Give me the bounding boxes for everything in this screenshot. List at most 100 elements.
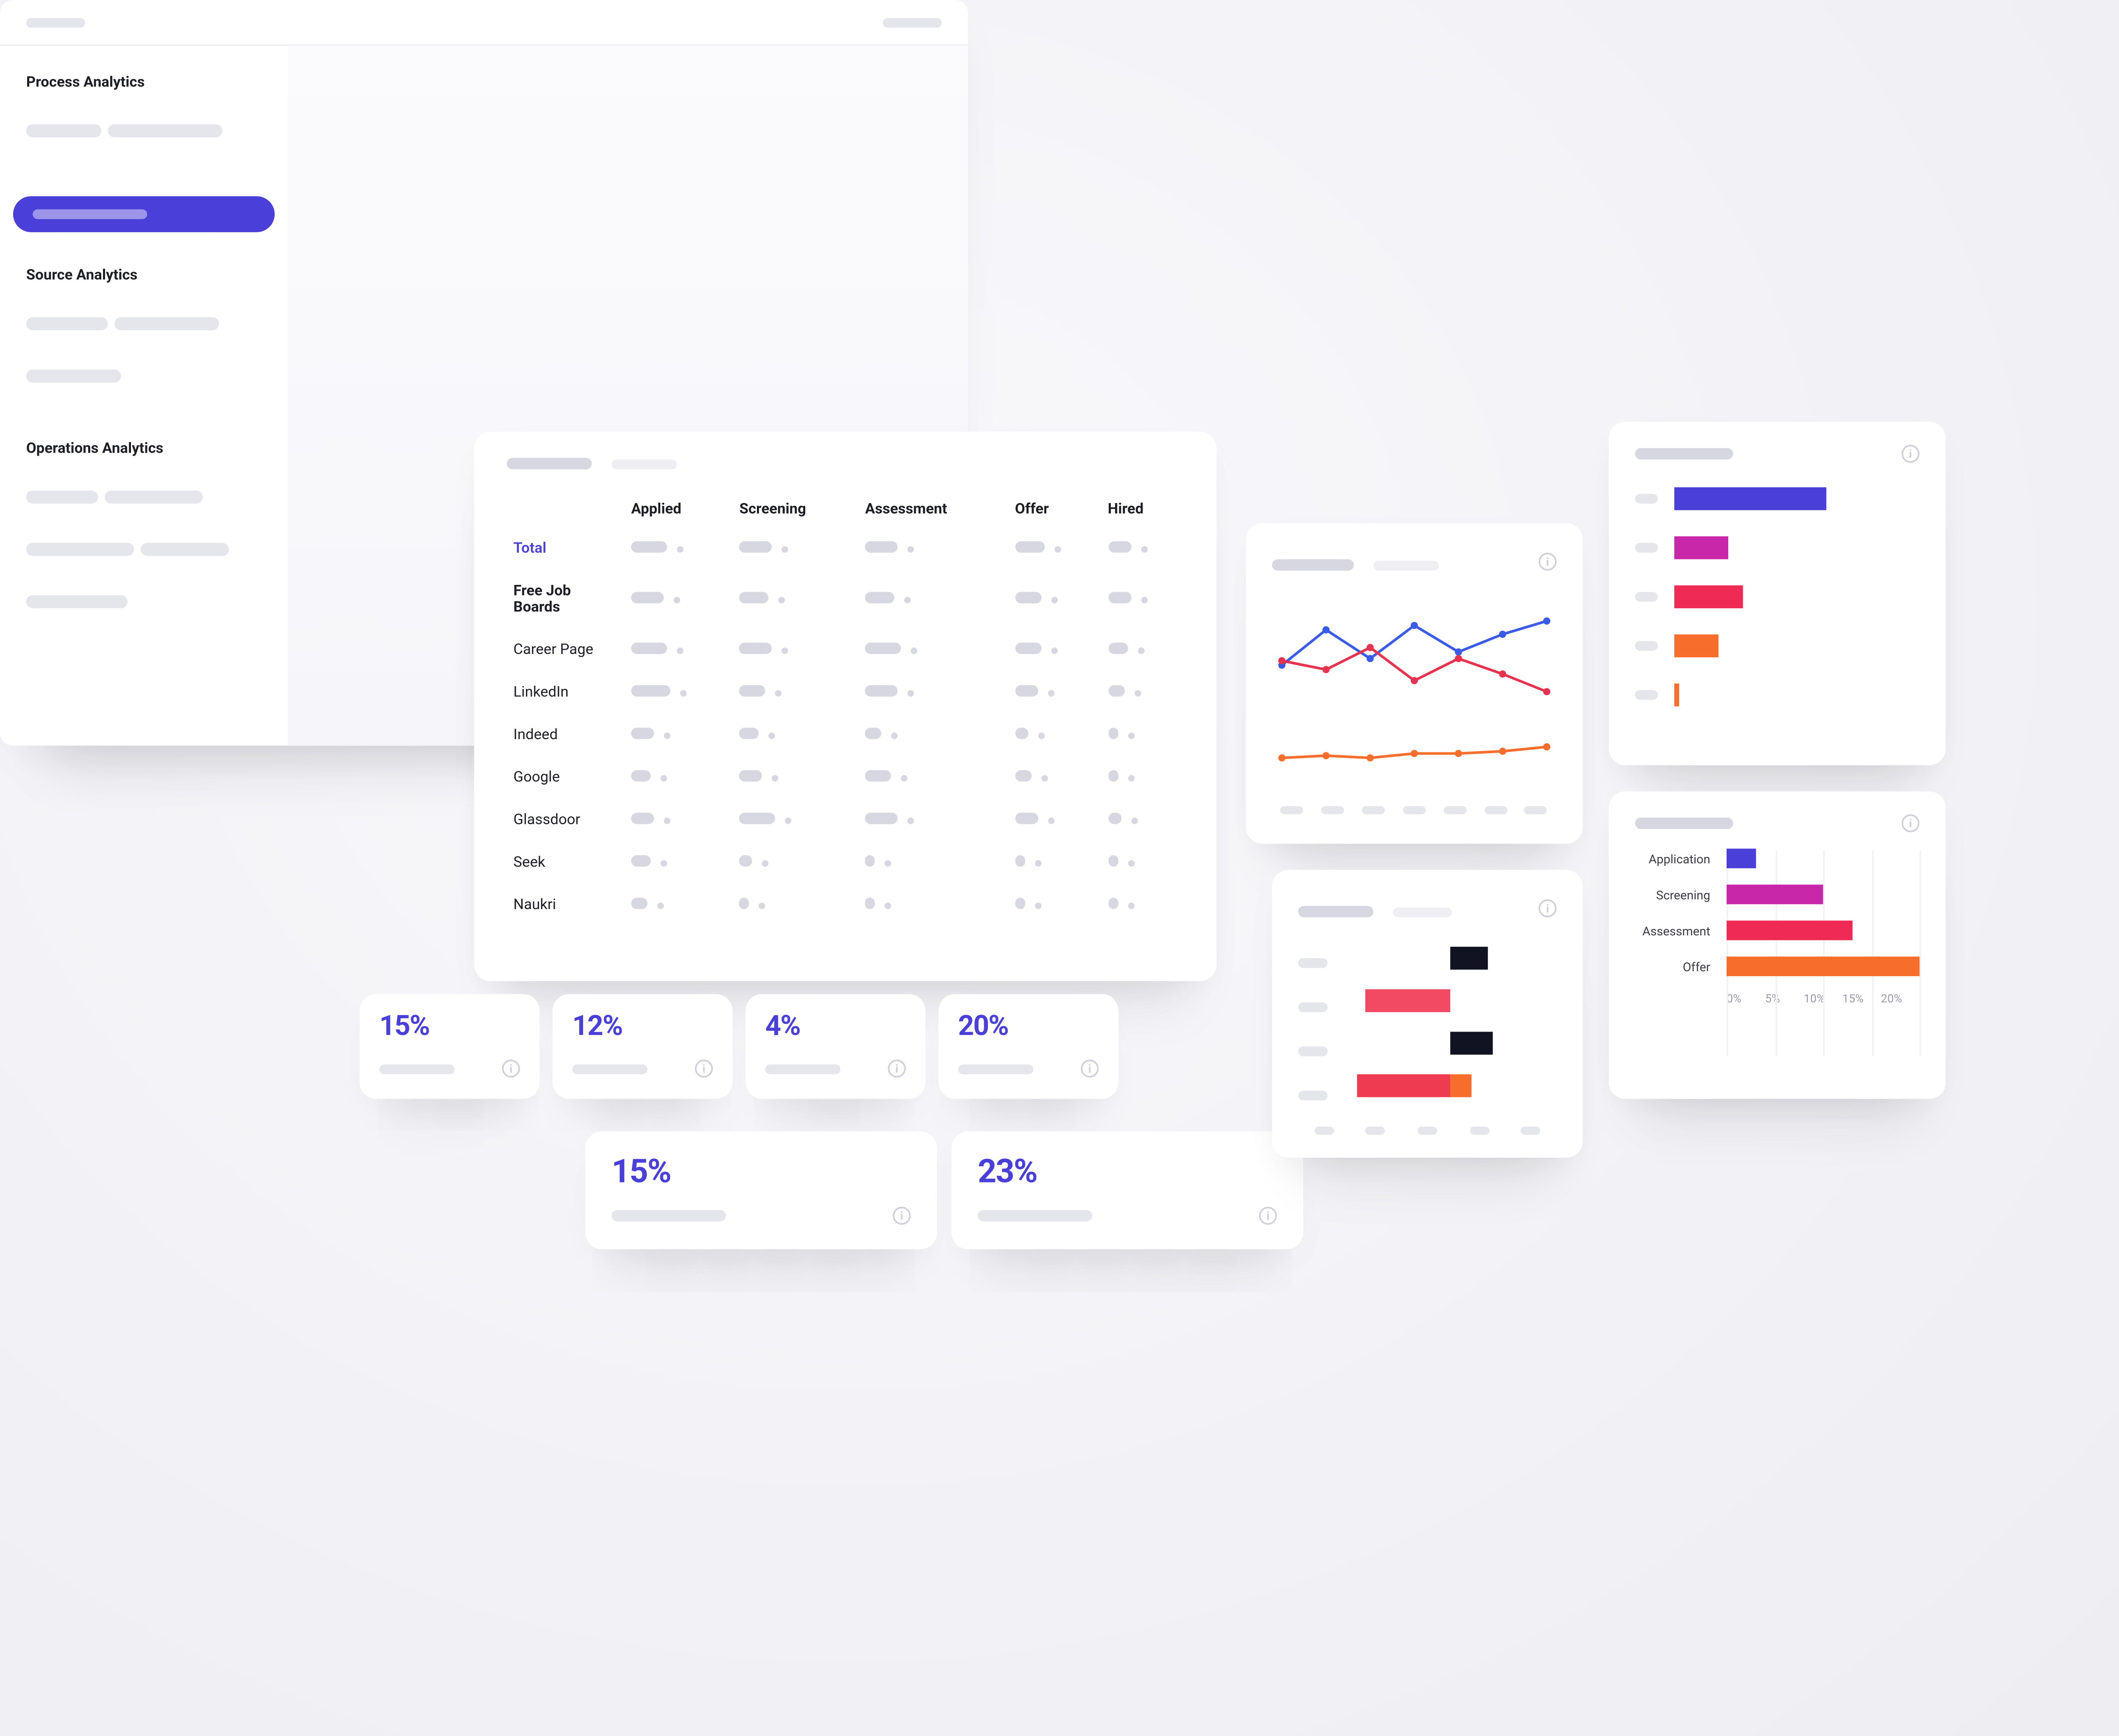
tth-label: Assessment xyxy=(1635,923,1710,938)
table-cell xyxy=(1101,842,1184,885)
info-icon[interactable]: i xyxy=(1538,899,1556,917)
hbar-bar xyxy=(1674,536,1728,559)
funnel-table-card: Applied Screening Assessment Offer Hired… xyxy=(474,432,1217,981)
table-cell xyxy=(733,800,859,842)
info-icon[interactable]: i xyxy=(1081,1060,1098,1077)
info-icon[interactable]: i xyxy=(1538,553,1556,570)
xaxis-tick-skeleton xyxy=(1362,806,1385,814)
info-icon[interactable]: i xyxy=(1902,814,1919,832)
tth-bar xyxy=(1727,849,1755,868)
sidebar-section-source: Source Analytics xyxy=(26,268,262,285)
info-icon[interactable]: i xyxy=(1259,1207,1277,1224)
yaxis-tick-skeleton xyxy=(1298,957,1327,967)
xaxis-tick: 0% xyxy=(1727,993,1765,1006)
sidebar-section-operations: Operations Analytics xyxy=(26,442,262,458)
col-assessment: Assessment xyxy=(859,492,1009,528)
table-row: Career Page xyxy=(507,629,1184,672)
tth-row: Application xyxy=(1635,849,1919,868)
col-offer: Offer xyxy=(1008,492,1101,528)
table-row: Naukri xyxy=(507,885,1184,927)
stat-card: 23% i xyxy=(951,1132,1303,1249)
line-chart-card: i xyxy=(1246,523,1583,844)
stat-card: 20% i xyxy=(939,994,1118,1099)
table-cell xyxy=(733,672,859,715)
xaxis-tick-skeleton xyxy=(1521,1127,1541,1135)
stat-value: 20% xyxy=(958,1010,1099,1043)
sidebar-item[interactable] xyxy=(105,490,203,504)
table-cell xyxy=(625,885,733,927)
table-cell xyxy=(1008,757,1101,799)
table-cell xyxy=(733,842,859,885)
sidebar-item[interactable] xyxy=(141,543,229,556)
window-titlebar xyxy=(0,0,968,46)
sidebar-item[interactable] xyxy=(26,595,128,608)
tth-row: Screening xyxy=(1635,885,1919,904)
hbar-row xyxy=(1635,577,1919,617)
table-cell xyxy=(733,570,859,629)
sidebar-item[interactable] xyxy=(26,543,134,556)
tth-row: Assessment xyxy=(1635,921,1919,940)
hbar-row xyxy=(1635,626,1919,666)
table-cell xyxy=(859,800,1009,842)
stat-value: 4% xyxy=(765,1010,906,1043)
table-cell xyxy=(859,672,1009,715)
table-cell xyxy=(625,757,733,799)
stat-value: 12% xyxy=(572,1010,713,1043)
sidebar-item[interactable] xyxy=(108,124,222,137)
hbar-bar xyxy=(1674,585,1743,608)
row-label: Google xyxy=(507,757,625,799)
titlebar-skeleton-left xyxy=(26,17,85,27)
titlebar-skeleton-right xyxy=(883,17,942,27)
hbar-row xyxy=(1635,528,1919,568)
info-icon[interactable]: i xyxy=(1902,445,1919,462)
row-label: Seek xyxy=(507,842,625,885)
card-title-skeleton xyxy=(1635,818,1733,829)
tth-bar xyxy=(1727,921,1852,940)
table-cell xyxy=(625,672,733,715)
hbar-bar xyxy=(1674,684,1680,707)
hbar-label-skeleton xyxy=(1635,641,1658,651)
sidebar-item[interactable] xyxy=(26,370,121,383)
table-cell xyxy=(859,842,1009,885)
tth-label: Application xyxy=(1635,851,1710,866)
sidebar-item[interactable] xyxy=(114,317,219,330)
table-cell xyxy=(1101,570,1184,629)
col-screening: Screening xyxy=(733,492,859,528)
table-cell xyxy=(733,528,859,570)
table-cell xyxy=(1101,757,1184,799)
table-cell xyxy=(859,715,1009,757)
sidebar-item[interactable] xyxy=(26,124,101,137)
hbar-bar xyxy=(1674,634,1719,657)
hbar-label-skeleton xyxy=(1635,592,1658,602)
table-cell xyxy=(733,715,859,757)
card-subtitle-skeleton xyxy=(612,459,677,468)
xaxis-tick-skeleton xyxy=(1281,806,1304,814)
table-cell xyxy=(733,885,859,927)
info-icon[interactable]: i xyxy=(888,1060,906,1077)
stat-label-skeleton xyxy=(572,1064,647,1074)
table-cell xyxy=(859,629,1009,672)
table-cell xyxy=(859,885,1009,927)
table-cell xyxy=(625,842,733,885)
info-icon[interactable]: i xyxy=(502,1060,520,1077)
stat-card: 4% i xyxy=(745,994,925,1099)
table-cell xyxy=(1008,528,1101,570)
table-cell xyxy=(1101,629,1184,672)
table-cell xyxy=(625,715,733,757)
info-icon[interactable]: i xyxy=(893,1207,910,1224)
xaxis-tick: 15% xyxy=(1842,993,1881,1006)
row-label: Indeed xyxy=(507,715,625,757)
sidebar-item[interactable] xyxy=(26,490,98,504)
stat-value: 23% xyxy=(978,1151,1277,1191)
table-cell xyxy=(1008,629,1101,672)
table-cell xyxy=(859,528,1009,570)
table-row: Glassdoor xyxy=(507,800,1184,842)
row-label: Total xyxy=(507,528,625,570)
info-icon[interactable]: i xyxy=(695,1060,713,1077)
sidebar-item[interactable] xyxy=(26,317,108,330)
sidebar-item-active[interactable] xyxy=(13,196,275,232)
xaxis-tick-skeleton xyxy=(1469,1127,1489,1135)
table-row: Total xyxy=(507,528,1184,570)
table-cell xyxy=(1008,885,1101,927)
col-hired: Hired xyxy=(1101,492,1184,528)
